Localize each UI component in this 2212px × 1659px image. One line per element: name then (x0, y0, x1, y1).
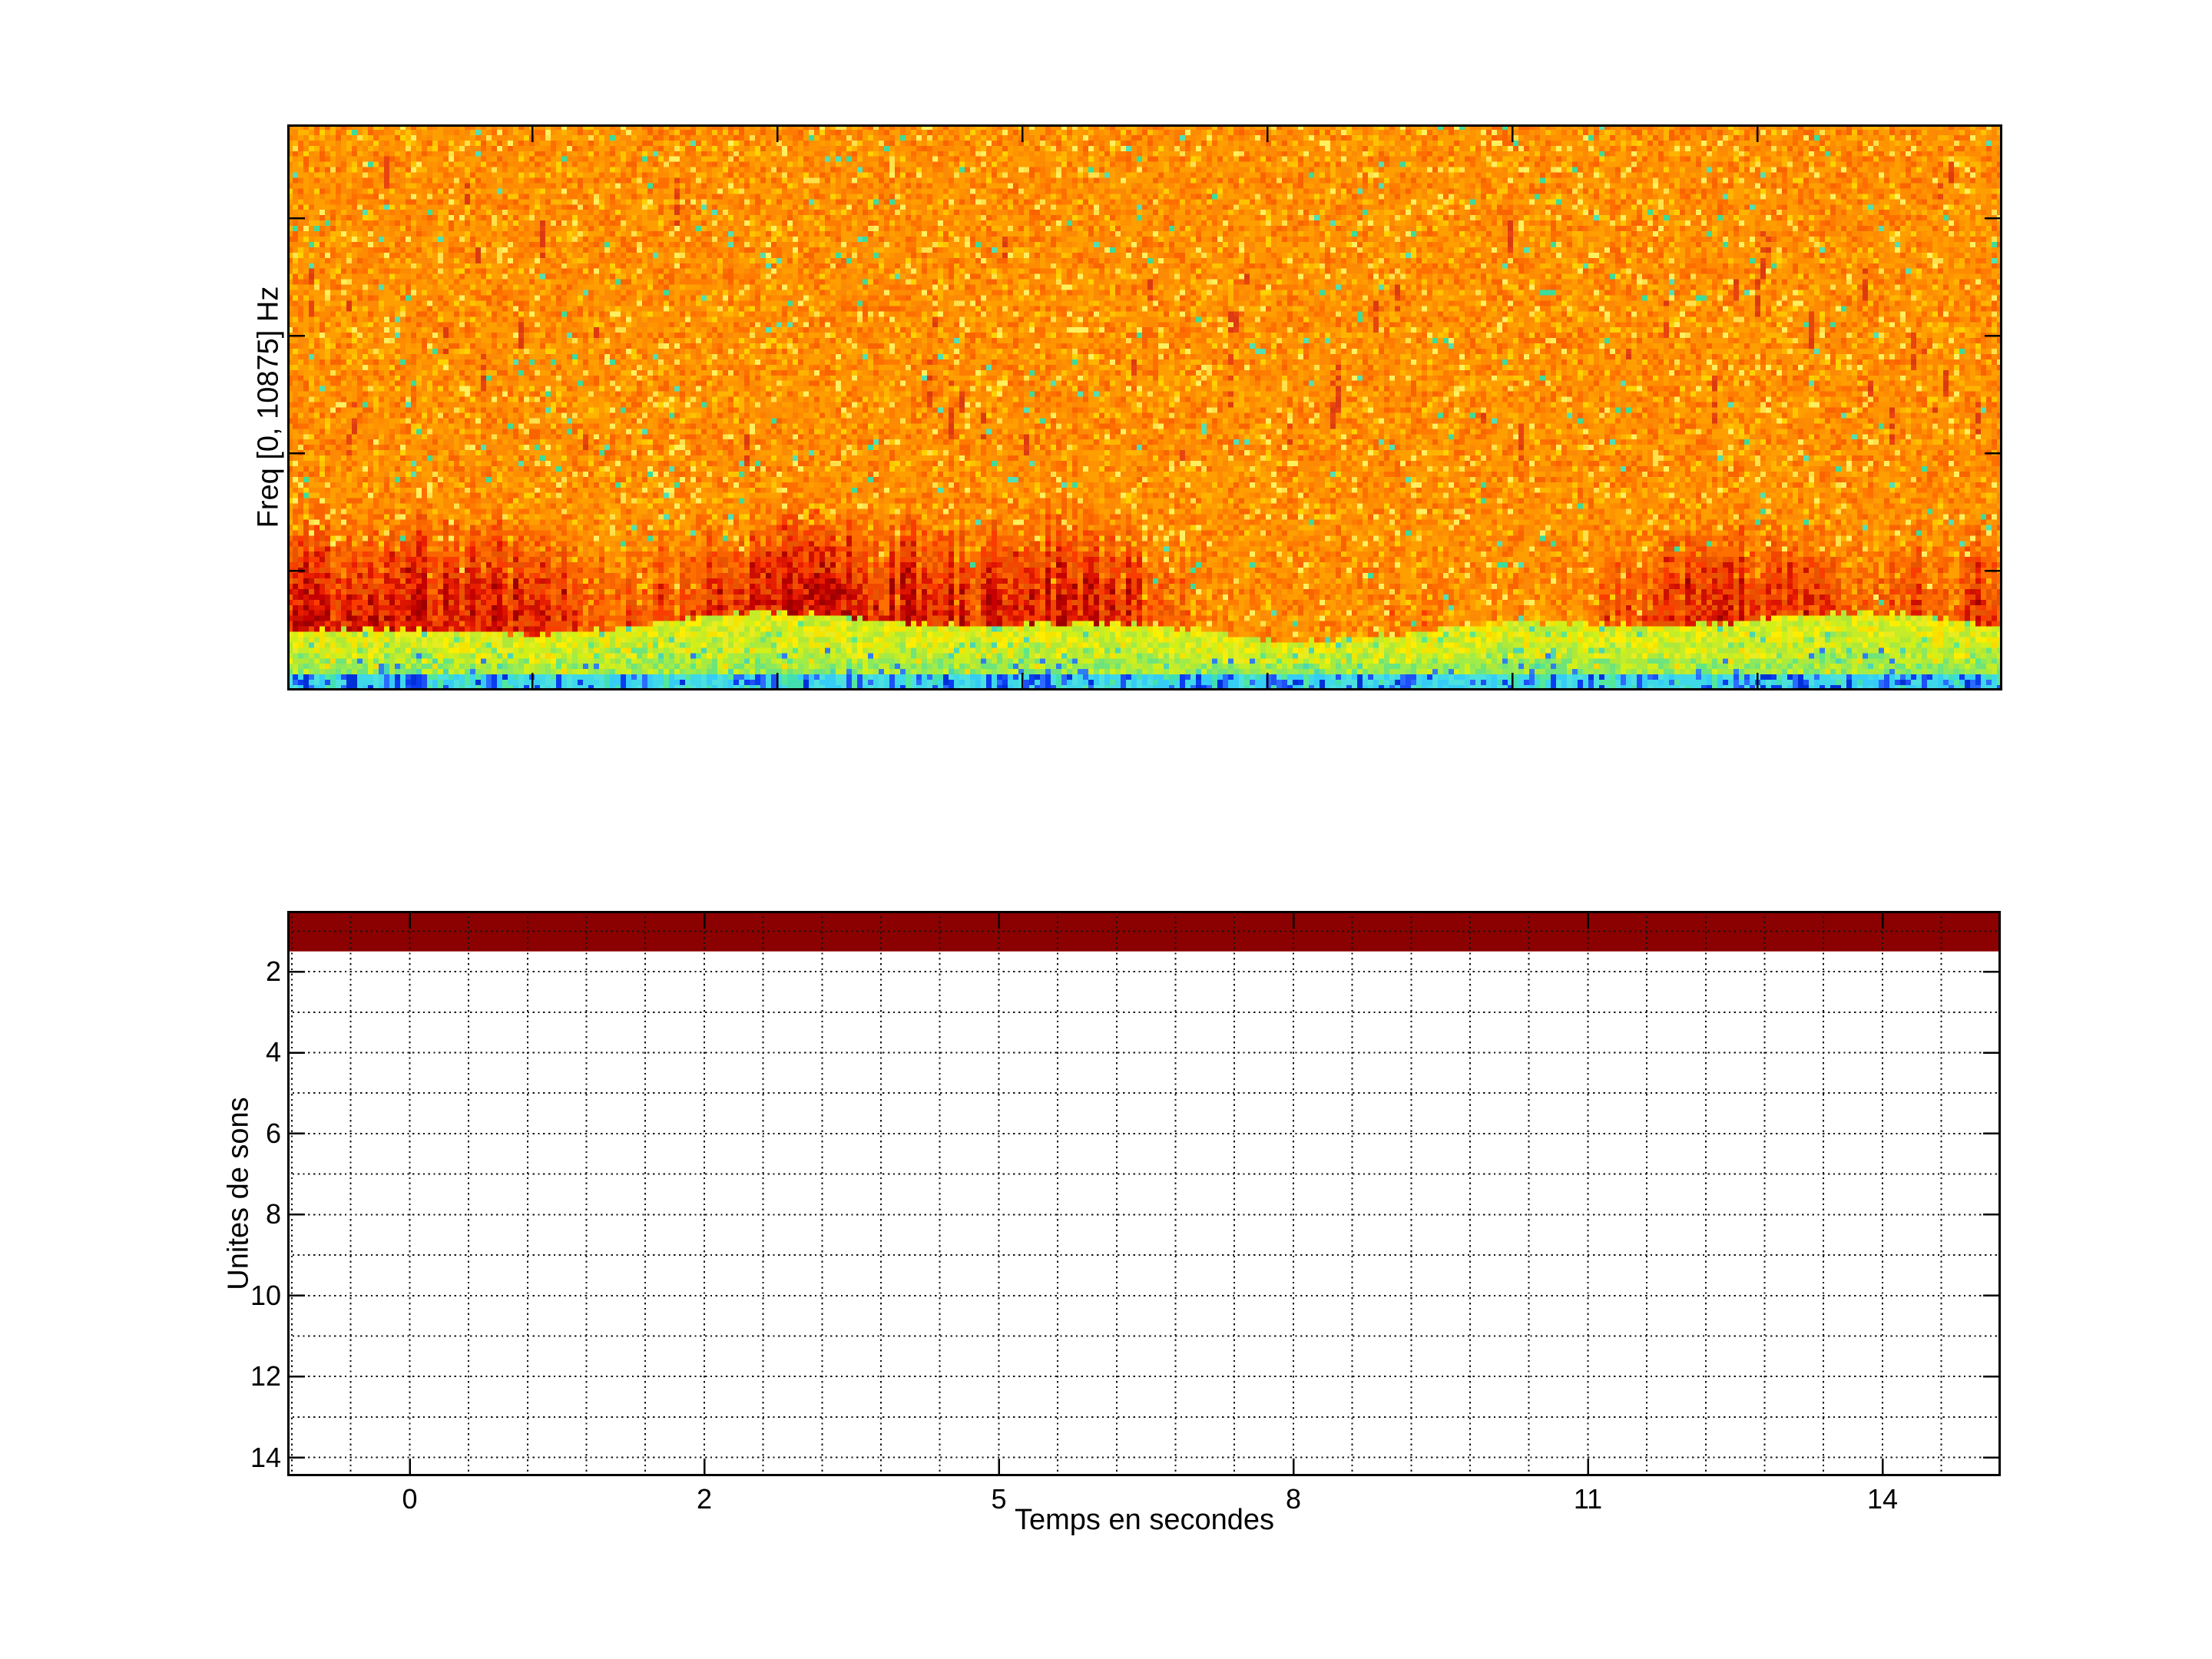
x-tick-label: 8 (1285, 1483, 1302, 1515)
x-axis-label: Temps en secondes (1015, 1504, 1274, 1536)
y-tick-label: 6 (265, 1117, 281, 1149)
x-tick-label: 11 (1573, 1483, 1603, 1515)
x-tick-label: 0 (402, 1483, 418, 1515)
spectrogram-ylabel: Freq [0, 10875] Hz (252, 286, 285, 528)
y-tick-label: 4 (265, 1036, 281, 1068)
x-tick-label: 5 (991, 1483, 1007, 1515)
y-tick-label: 10 (250, 1279, 281, 1311)
y-tick-label: 14 (250, 1441, 281, 1473)
y-tick-label: 2 (265, 955, 281, 988)
sound-units-plot (287, 911, 2001, 1476)
spectrogram-axes-box (287, 124, 2002, 690)
x-tick-label: 2 (696, 1483, 713, 1515)
spectrogram-plot (287, 124, 2002, 690)
y-tick-label: 12 (250, 1360, 281, 1392)
plot-background (287, 911, 2001, 1476)
axes-border (287, 124, 2002, 690)
sound-units-axes-box (287, 911, 2001, 1476)
y-tick-label: 8 (265, 1198, 281, 1230)
figure: Freq [0, 10875] Hz Unites de sons Temps … (0, 0, 2212, 1659)
x-tick-label: 14 (1866, 1483, 1899, 1515)
sound-units-ylabel: Unites de sons (222, 1097, 255, 1290)
